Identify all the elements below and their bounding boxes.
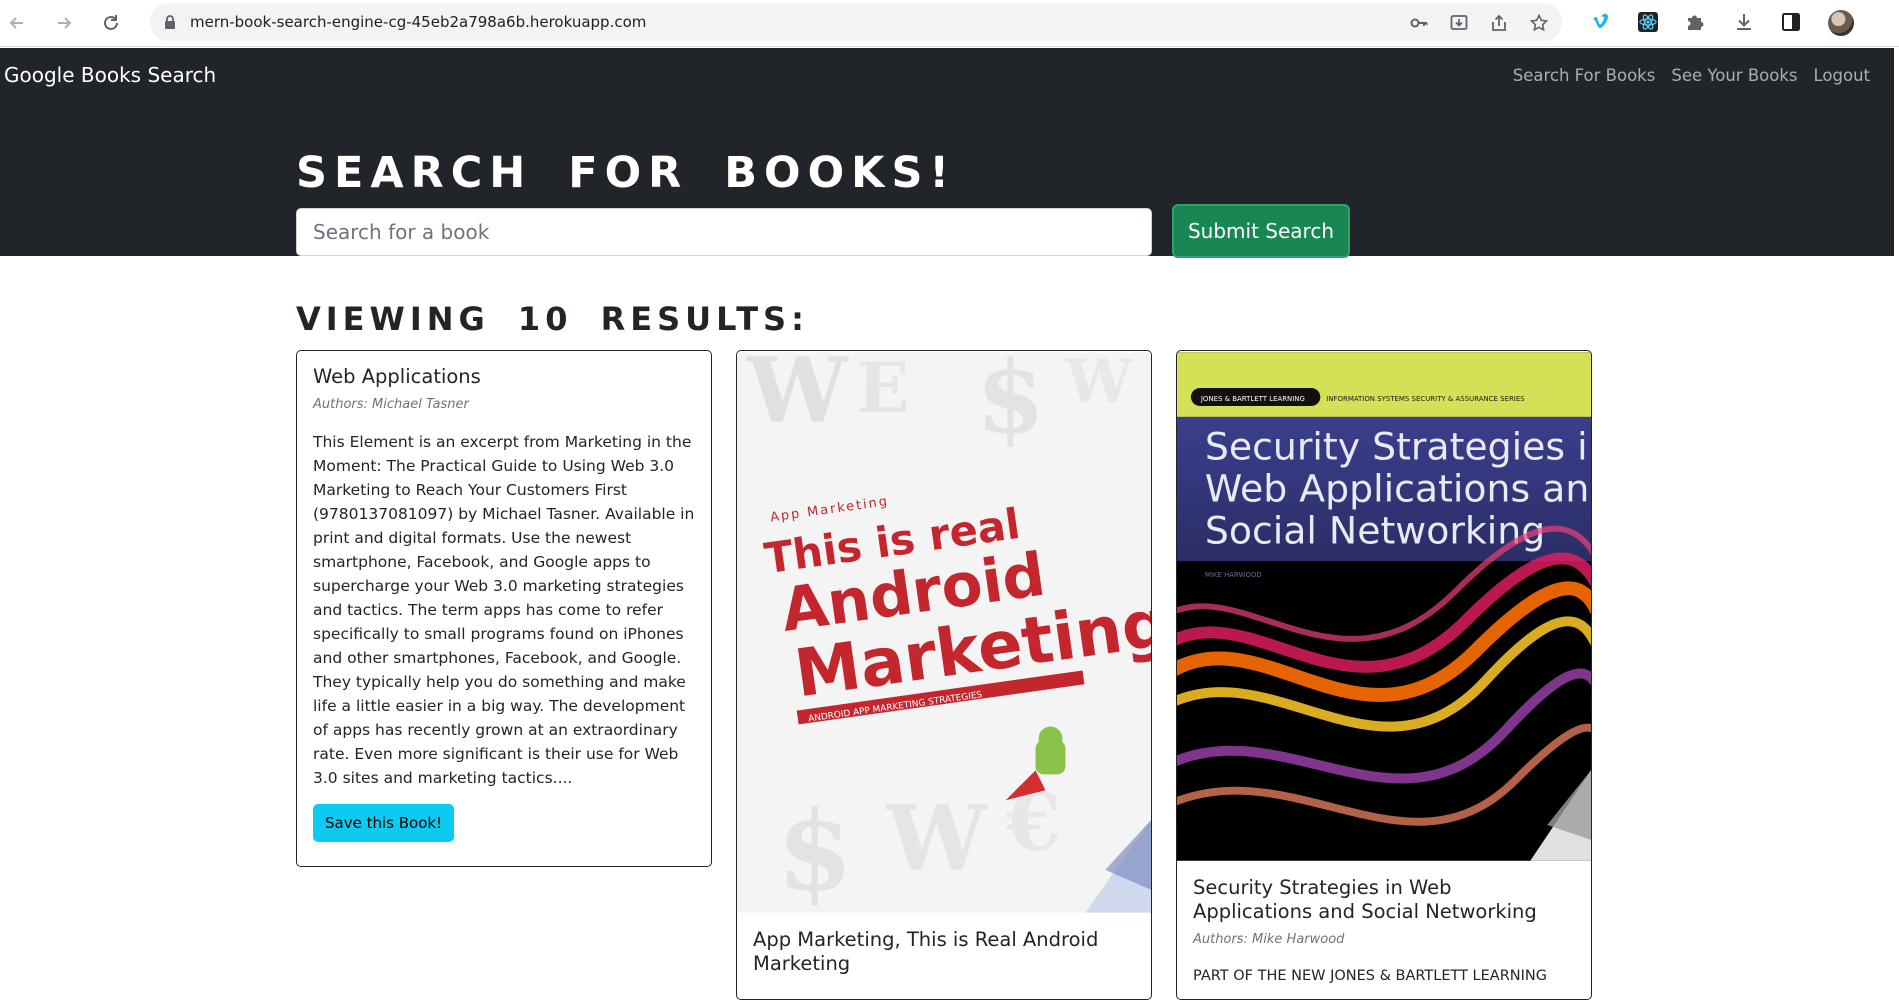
cover-line-1: Security Strategies in bbox=[1205, 425, 1591, 469]
book-title: Security Strategies in Web Applications … bbox=[1193, 876, 1537, 923]
back-icon[interactable] bbox=[4, 10, 30, 36]
navbar-hero: Google Books Search Search For Books See… bbox=[0, 48, 1894, 258]
book-card: Web Applications Authors: Michael Tasner… bbox=[296, 350, 712, 867]
side-panel-icon[interactable] bbox=[1779, 10, 1803, 34]
cover-author: MIKE HARWOOD bbox=[1205, 571, 1262, 579]
extensions-puzzle-icon[interactable] bbox=[1683, 10, 1707, 34]
lock-icon[interactable] bbox=[163, 14, 177, 34]
brand-title[interactable]: Google Books Search bbox=[4, 63, 216, 87]
results-heading: VIEWING 10 RESULTS: bbox=[296, 300, 809, 338]
profile-avatar[interactable] bbox=[1828, 10, 1854, 36]
nav-links: Search For Books See Your Books Logout bbox=[1513, 66, 1870, 85]
nav-link-search-books[interactable]: Search For Books bbox=[1513, 66, 1656, 85]
svg-text:W: W bbox=[1064, 351, 1133, 417]
search-input[interactable] bbox=[296, 208, 1152, 256]
book-title: App Marketing, This is Real Android Mark… bbox=[753, 928, 1099, 975]
book-title: Web Applications bbox=[313, 365, 481, 388]
cover-series: INFORMATION SYSTEMS SECURITY & ASSURANCE… bbox=[1326, 395, 1525, 403]
cover-line-3: Social Networking bbox=[1205, 508, 1545, 552]
save-book-button[interactable]: Save this Book! bbox=[313, 804, 455, 842]
book-card: W E $ W $ W € App Marketing This is real… bbox=[736, 350, 1152, 1000]
reload-icon[interactable] bbox=[98, 10, 124, 36]
downloads-icon[interactable] bbox=[1732, 10, 1756, 34]
url-text[interactable]: mern-book-search-engine-cg-45eb2a798a6b.… bbox=[190, 3, 646, 41]
book-cover-image: W E $ W $ W € App Marketing This is real… bbox=[737, 351, 1151, 914]
cover-line-2: Web Applications and bbox=[1205, 467, 1591, 511]
address-bar[interactable]: mern-book-search-engine-cg-45eb2a798a6b.… bbox=[150, 3, 1562, 41]
forward-icon[interactable] bbox=[51, 10, 77, 36]
svg-text:E: E bbox=[856, 351, 909, 429]
react-devtools-icon[interactable] bbox=[1636, 10, 1660, 34]
cover-publisher: JONES & BARTLETT LEARNING bbox=[1200, 395, 1305, 403]
book-card: JONES & BARTLETT LEARNING INFORMATION SY… bbox=[1176, 350, 1592, 1000]
svg-text:$: $ bbox=[976, 351, 1045, 456]
submit-search-button[interactable]: Submit Search bbox=[1172, 204, 1350, 258]
nav-link-see-your-books[interactable]: See Your Books bbox=[1671, 66, 1797, 85]
book-description: This Element is an excerpt from Marketin… bbox=[313, 433, 695, 787]
key-icon[interactable] bbox=[1408, 12, 1430, 34]
book-authors: Authors: Michael Tasner bbox=[313, 397, 469, 412]
book-authors: Authors: Mike Harwood bbox=[1193, 932, 1345, 947]
vimeo-extension-icon[interactable] bbox=[1589, 10, 1613, 34]
page-title: SEARCH FOR BOOKS! bbox=[296, 148, 957, 198]
share-icon[interactable] bbox=[1488, 12, 1510, 34]
svg-text:W: W bbox=[746, 351, 849, 444]
browser-toolbar: mern-book-search-engine-cg-45eb2a798a6b.… bbox=[0, 0, 1899, 47]
svg-text:W: W bbox=[885, 787, 988, 892]
install-app-icon[interactable] bbox=[1448, 12, 1470, 34]
book-description: PART OF THE NEW JONES & BARTLETT LEARNIN… bbox=[1193, 968, 1547, 984]
bookmark-star-icon[interactable] bbox=[1528, 12, 1550, 34]
nav-link-logout[interactable]: Logout bbox=[1814, 66, 1871, 85]
book-cover-image: JONES & BARTLETT LEARNING INFORMATION SY… bbox=[1177, 352, 1591, 861]
svg-text:$: $ bbox=[777, 787, 853, 914]
